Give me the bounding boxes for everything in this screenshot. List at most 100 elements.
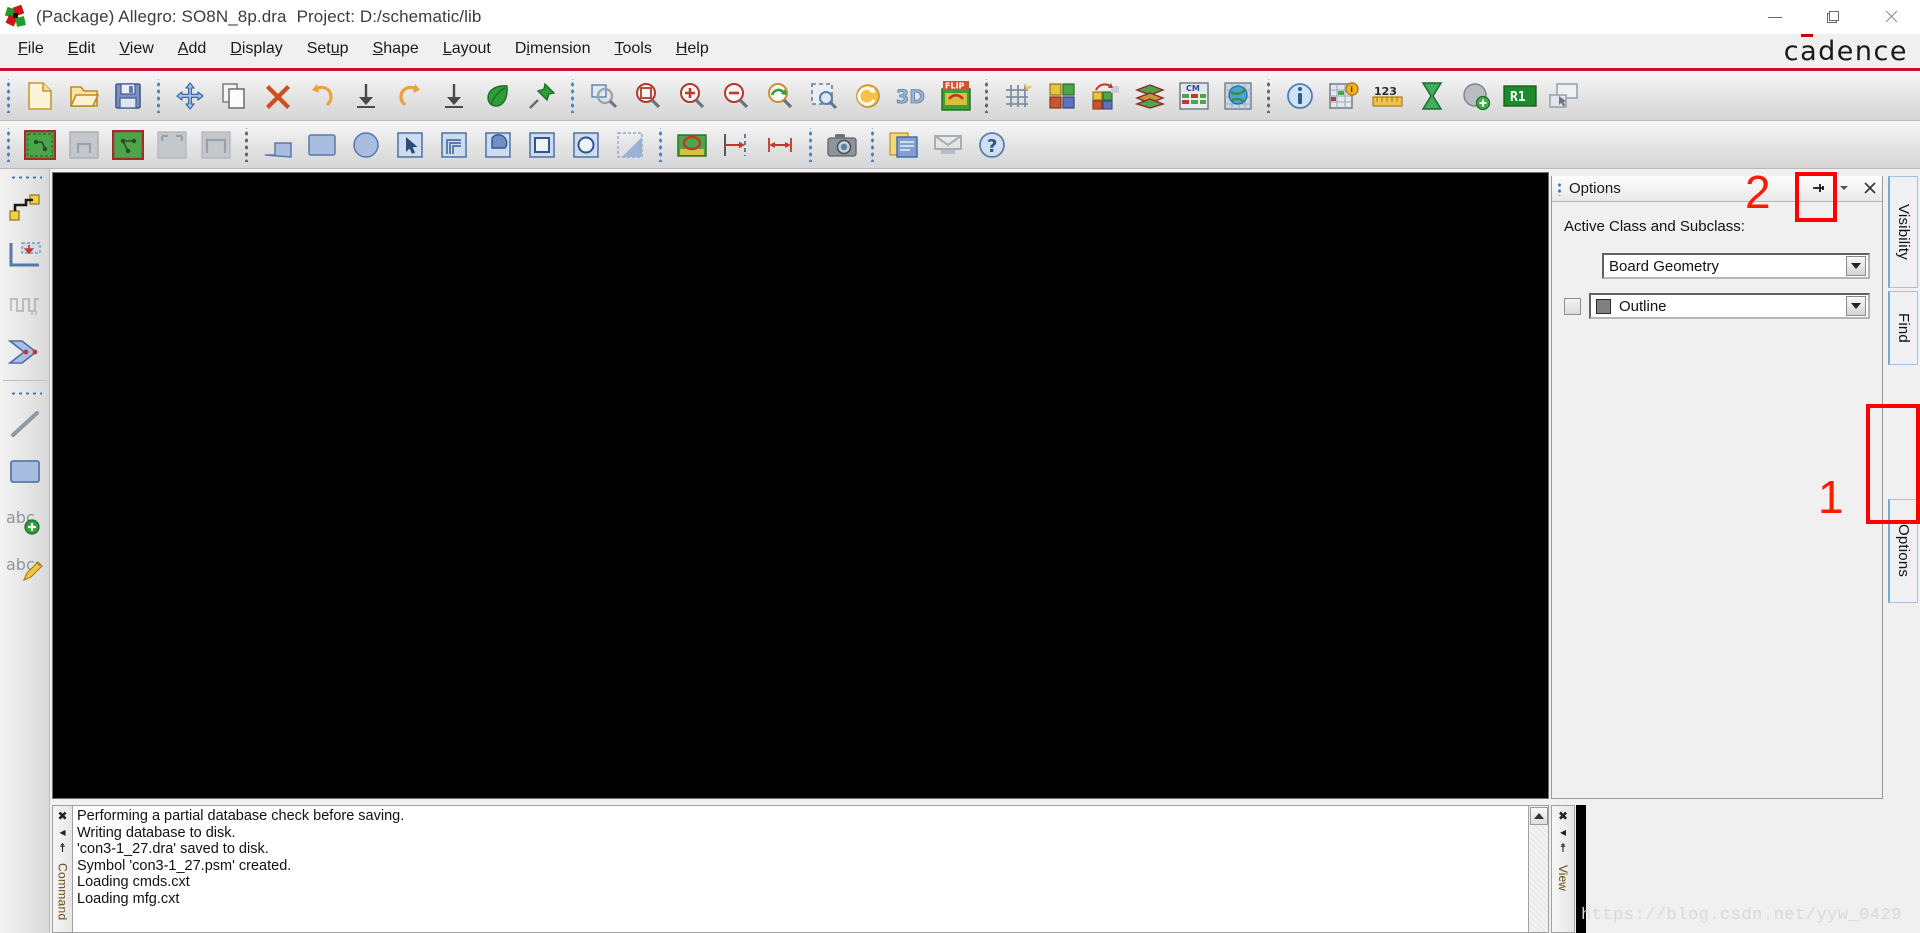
- zoom-fit-icon[interactable]: [582, 75, 626, 117]
- open-file-icon[interactable]: [62, 75, 106, 117]
- shape-arc-icon[interactable]: [476, 125, 520, 165]
- console-output[interactable]: Performing a partial database check befo…: [72, 805, 1529, 933]
- pin-icon[interactable]: [520, 75, 564, 117]
- redo-to-icon[interactable]: [432, 75, 476, 117]
- reference-designator-icon[interactable]: R1: [1498, 75, 1542, 117]
- shape-gradient-icon[interactable]: [608, 125, 652, 165]
- shape-symbol-icon[interactable]: [150, 125, 194, 165]
- subclass-visibility-icon[interactable]: [1084, 75, 1128, 117]
- tab-find[interactable]: Find: [1888, 291, 1918, 365]
- linear-dimension-icon[interactable]: [758, 125, 802, 165]
- edit-text-icon[interactable]: abc: [2, 544, 48, 592]
- tab-visibility[interactable]: Visibility: [1888, 176, 1918, 288]
- toolbar2-grip[interactable]: [4, 127, 14, 162]
- add-pin-icon[interactable]: [1454, 75, 1498, 117]
- console-close-button[interactable]: ✖: [57, 809, 67, 825]
- subclass-visibility-checkbox[interactable]: [1564, 297, 1581, 315]
- add-connect-icon[interactable]: [2, 184, 48, 232]
- grid-toggle-icon[interactable]: [996, 75, 1040, 117]
- add-text-icon[interactable]: abc: [2, 496, 48, 544]
- restore-button[interactable]: [1804, 0, 1862, 34]
- chevron-down-icon[interactable]: [1846, 296, 1866, 316]
- leaf-icon[interactable]: [476, 75, 520, 117]
- move-icon[interactable]: [168, 75, 212, 117]
- color-visibility-icon[interactable]: [1040, 75, 1084, 117]
- add-rectangle-icon[interactable]: [300, 125, 344, 165]
- toolbar2-grip-3[interactable]: [656, 127, 666, 162]
- menu-shape[interactable]: Shape: [361, 38, 431, 60]
- menu-add[interactable]: Add: [166, 38, 218, 60]
- view-pin-button[interactable]: ☨: [1560, 841, 1567, 857]
- constraint-manager-icon[interactable]: CM: [1172, 75, 1216, 117]
- toolbar2-grip-4[interactable]: [806, 127, 816, 162]
- close-icon[interactable]: [1862, 181, 1878, 197]
- shape-rect-outline-icon[interactable]: [520, 125, 564, 165]
- hourglass-icon[interactable]: [1410, 75, 1454, 117]
- menu-edit[interactable]: Edit: [56, 38, 108, 60]
- undo-to-icon[interactable]: [344, 75, 388, 117]
- redraw-icon[interactable]: [846, 75, 890, 117]
- delay-tune-icon[interactable]: [2, 280, 48, 328]
- console-pin-button[interactable]: ☨: [59, 841, 66, 857]
- options-panel-grip[interactable]: [1557, 181, 1563, 196]
- toolbar2-grip-2[interactable]: [242, 127, 252, 162]
- select-shape-icon[interactable]: [388, 125, 432, 165]
- toolbar-grip[interactable]: [4, 78, 14, 113]
- menu-setup[interactable]: Setup: [295, 38, 361, 60]
- menu-display[interactable]: Display: [218, 38, 294, 60]
- line-tool-icon[interactable]: [2, 400, 48, 448]
- report-icon[interactable]: i: [1322, 75, 1366, 117]
- menu-help[interactable]: Help: [664, 38, 721, 60]
- zoom-in-icon[interactable]: [670, 75, 714, 117]
- view-3d-icon[interactable]: 3D: [890, 75, 934, 117]
- copy-icon[interactable]: [212, 75, 256, 117]
- new-file-icon[interactable]: [18, 75, 62, 117]
- toolbar-grip-4[interactable]: [982, 78, 992, 113]
- menu-tools[interactable]: Tools: [602, 38, 663, 60]
- dimension-from-edge-icon[interactable]: [714, 125, 758, 165]
- redo-icon[interactable]: [388, 75, 432, 117]
- add-line-icon[interactable]: [256, 125, 300, 165]
- left-toolbar-grip[interactable]: [7, 173, 42, 182]
- left-toolbar-grip-2[interactable]: [7, 389, 42, 398]
- flash-symbol-icon[interactable]: [194, 125, 238, 165]
- slide-icon[interactable]: [2, 232, 48, 280]
- menu-layout[interactable]: Layout: [431, 38, 503, 60]
- scroll-track[interactable]: [1529, 825, 1548, 932]
- screenshot-icon[interactable]: [820, 125, 864, 165]
- undo-icon[interactable]: [300, 75, 344, 117]
- zoom-previous-icon[interactable]: [758, 75, 802, 117]
- plot-icon[interactable]: [926, 125, 970, 165]
- console-collapse-button[interactable]: ◂: [59, 825, 65, 841]
- subclass-dropdown[interactable]: Outline: [1589, 293, 1870, 319]
- chevron-down-icon[interactable]: [1846, 256, 1866, 276]
- save-icon[interactable]: [106, 75, 150, 117]
- view-close-button[interactable]: ✖: [1558, 809, 1568, 825]
- notes-icon[interactable]: [882, 125, 926, 165]
- custom-smooth-icon[interactable]: [2, 328, 48, 376]
- menu-dimension[interactable]: Dimension: [503, 38, 603, 60]
- shape-circle-outline-icon[interactable]: [564, 125, 608, 165]
- measure-icon[interactable]: 123: [1366, 75, 1410, 117]
- window-select-icon[interactable]: [1542, 75, 1586, 117]
- menu-view[interactable]: View: [107, 38, 165, 60]
- layer-stack-icon[interactable]: [1128, 75, 1172, 117]
- package-symbol-active-icon[interactable]: [18, 125, 62, 165]
- delete-icon[interactable]: [256, 75, 300, 117]
- global-view-icon[interactable]: [1216, 75, 1260, 117]
- chevron-down-icon[interactable]: [1836, 181, 1852, 197]
- format-symbol-active-icon[interactable]: [106, 125, 150, 165]
- toolbar-grip-2[interactable]: [154, 78, 164, 113]
- toolbar-grip-3[interactable]: [568, 78, 578, 113]
- design-canvas[interactable]: [52, 172, 1549, 799]
- flip-design-icon[interactable]: FLIP: [934, 75, 978, 117]
- shape-fill-icon[interactable]: [432, 125, 476, 165]
- zoom-out-icon[interactable]: [714, 75, 758, 117]
- zoom-selection-icon[interactable]: [802, 75, 846, 117]
- close-button[interactable]: [1862, 0, 1920, 34]
- rectangle-tool-icon[interactable]: [2, 448, 48, 496]
- console-scrollbar[interactable]: [1529, 805, 1549, 933]
- help-icon[interactable]: ?: [970, 125, 1014, 165]
- toolbar-grip-5[interactable]: [1264, 78, 1274, 113]
- zoom-by-points-icon[interactable]: [626, 75, 670, 117]
